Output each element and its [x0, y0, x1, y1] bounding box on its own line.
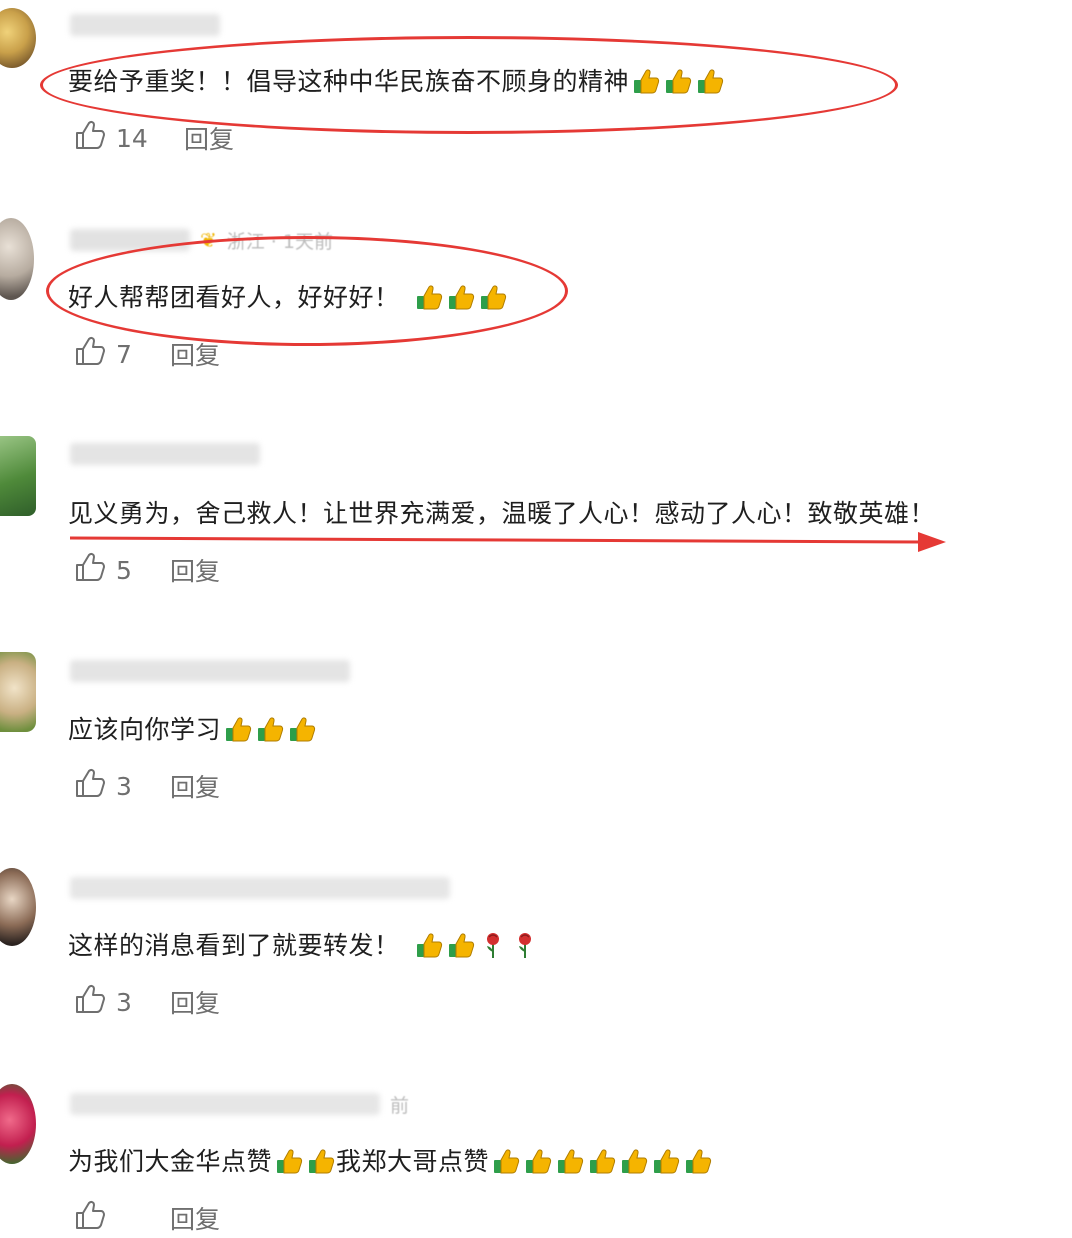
thumbs-up-emoji-icon [587, 1146, 617, 1176]
thumbs-up-icon [72, 766, 106, 806]
comment-text-content: 要给予重奖！！倡导这种中华民族奋不顾身的精神 [68, 67, 630, 96]
emoji-group [221, 713, 317, 744]
comment-actions: 3 回复 [72, 766, 220, 806]
thumbs-up-emoji-icon [446, 930, 476, 960]
comment-meta: ❦ 浙江 · 1天前 [70, 228, 333, 253]
comment-text: 要给予重奖！！倡导这种中华民族奋不顾身的精神 [68, 62, 725, 98]
thumbs-up-emoji-icon [663, 66, 693, 96]
comment-text: 这样的消息看到了就要转发！ [68, 926, 540, 962]
reply-button[interactable]: 回复 [170, 768, 220, 804]
like-count: 7 [116, 339, 132, 369]
time-ago: 前 [390, 1094, 410, 1117]
thumbs-up-emoji-icon [306, 1146, 336, 1176]
emoji-group [412, 281, 508, 312]
comment-text-content: 见义勇为，舍己救人！让世界充满爱，温暖了人心！感动了人心！致敬英雄！ [68, 499, 936, 528]
reply-button[interactable]: 回复 [170, 1200, 220, 1236]
thumbs-up-emoji-icon [619, 1146, 649, 1176]
rose-emoji-icon [478, 930, 508, 960]
avatar[interactable] [0, 868, 36, 946]
thumbs-up-emoji-icon [683, 1146, 713, 1176]
emoji-group [272, 1145, 336, 1176]
thumbs-up-emoji-icon [695, 66, 725, 96]
thumbs-up-emoji-icon [651, 1146, 681, 1176]
thumbs-up-icon [72, 550, 106, 590]
avatar[interactable] [0, 652, 36, 732]
like-button[interactable]: 7 [72, 334, 156, 374]
thumbs-up-icon [72, 334, 106, 374]
username-blurred [70, 229, 190, 251]
comment-actions: 5 回复 [72, 550, 220, 590]
thumbs-up-emoji-icon [523, 1146, 553, 1176]
thumbs-up-emoji-icon [555, 1146, 585, 1176]
username-blurred [70, 877, 450, 899]
username-blurred [70, 1093, 380, 1115]
reply-button[interactable]: 回复 [184, 120, 234, 156]
comment-text-content-2: 我郑大哥点赞 [336, 1147, 490, 1176]
comment-meta [70, 660, 350, 682]
comment-text: 见义勇为，舍己救人！让世界充满爱，温暖了人心！感动了人心！致敬英雄！ [68, 494, 935, 530]
like-button[interactable]: 3 [72, 982, 156, 1022]
comment-meta [70, 14, 220, 36]
thumbs-up-emoji-icon [446, 282, 476, 312]
comment-actions: 14 回复 [72, 118, 234, 158]
like-count: 3 [116, 771, 132, 801]
comment-text-content: 好人帮帮团看好人，好好好！ [68, 283, 400, 312]
thumbs-up-emoji-icon [478, 282, 508, 312]
thumbs-up-emoji-icon [223, 714, 253, 744]
like-button[interactable] [72, 1198, 156, 1238]
username-blurred [70, 660, 350, 682]
reply-button[interactable]: 回复 [170, 336, 220, 372]
comment-text: 为我们大金华点赞 我郑大哥点赞 [68, 1142, 713, 1178]
emoji-group [412, 929, 540, 960]
thumbs-up-emoji-icon [491, 1146, 521, 1176]
comment-actions: 回复 [72, 1198, 220, 1238]
reply-button[interactable]: 回复 [170, 552, 220, 588]
like-count: 14 [116, 123, 148, 153]
thumbs-up-emoji-icon [287, 714, 317, 744]
thumbs-up-emoji-icon [274, 1146, 304, 1176]
thumbs-up-emoji-icon [631, 66, 661, 96]
comment-meta: 前 [70, 1093, 410, 1117]
like-count: 3 [116, 987, 132, 1017]
badge-icon: ❦ [200, 228, 217, 252]
thumbs-up-emoji-icon [414, 282, 444, 312]
username-blurred [70, 443, 260, 465]
thumbs-up-icon [72, 1198, 106, 1238]
location-time: 浙江 · 1天前 [226, 230, 333, 253]
comment-text-content: 应该向你学习 [68, 715, 222, 744]
username-blurred [70, 14, 220, 36]
comment-text: 应该向你学习 [68, 710, 317, 746]
comment-text: 好人帮帮团看好人，好好好！ [68, 278, 508, 314]
thumbs-up-icon [72, 118, 106, 158]
rose-emoji-icon [510, 930, 540, 960]
reply-button[interactable]: 回复 [170, 984, 220, 1020]
emoji-group [489, 1145, 713, 1176]
comment-text-content: 这样的消息看到了就要转发！ [68, 931, 400, 960]
thumbs-up-emoji-icon [414, 930, 444, 960]
thumbs-up-emoji-icon [255, 714, 285, 744]
avatar[interactable] [0, 218, 34, 300]
comment-text-content: 为我们大金华点赞 [68, 1147, 273, 1176]
avatar[interactable] [0, 1084, 36, 1164]
thumbs-up-icon [72, 982, 106, 1022]
comment-meta [70, 877, 450, 899]
avatar[interactable] [0, 436, 36, 516]
comment-meta [70, 443, 260, 465]
comment-actions: 3 回复 [72, 982, 220, 1022]
emoji-group [629, 65, 725, 96]
like-button[interactable]: 5 [72, 550, 156, 590]
avatar[interactable] [0, 8, 36, 68]
like-count: 5 [116, 555, 132, 585]
comment-actions: 7 回复 [72, 334, 220, 374]
like-button[interactable]: 3 [72, 766, 156, 806]
like-button[interactable]: 14 [72, 118, 156, 158]
